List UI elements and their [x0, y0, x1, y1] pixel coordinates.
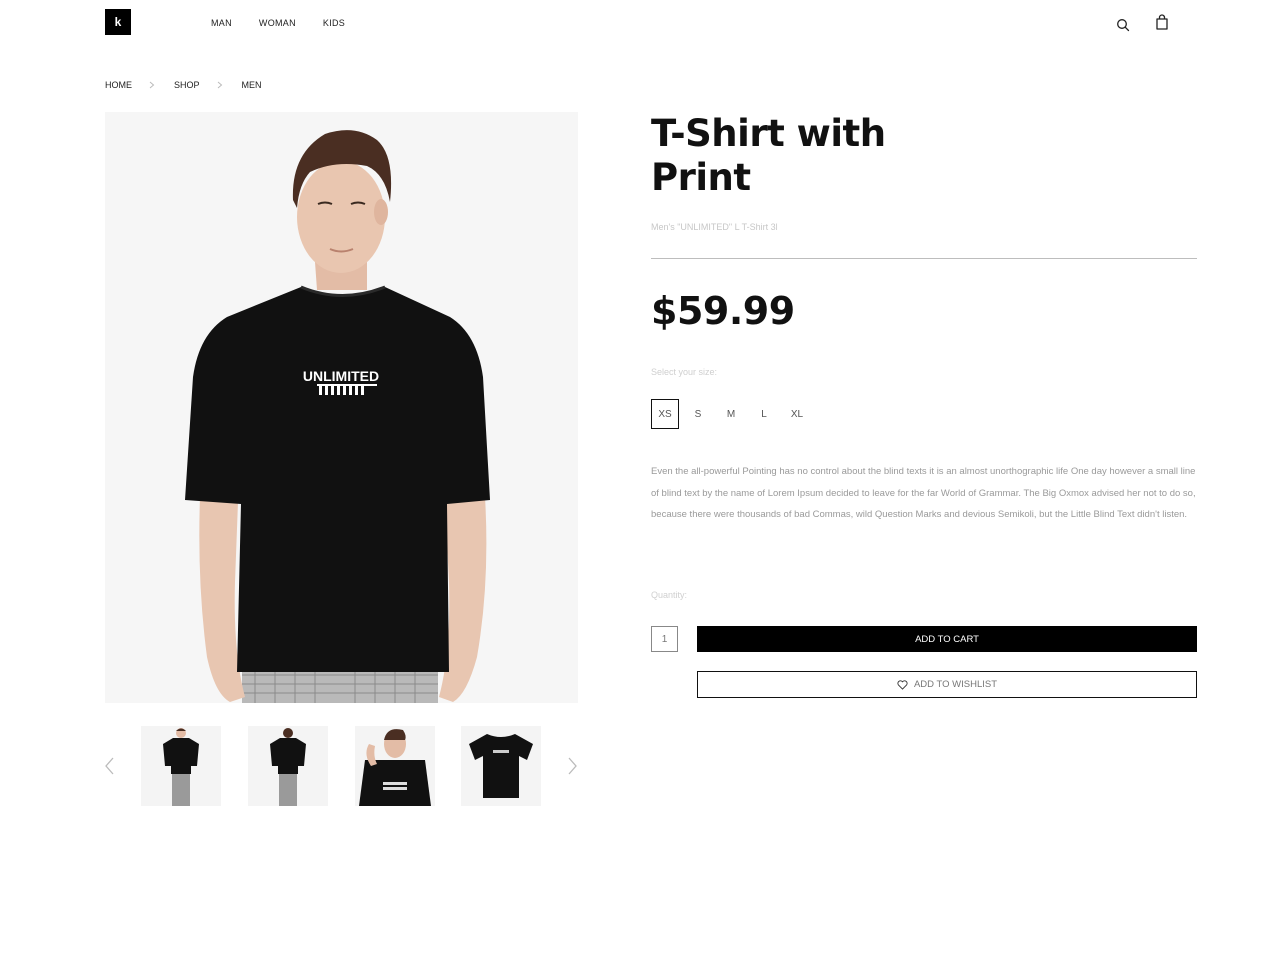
quantity-label: Quantity: — [651, 590, 688, 600]
product-title-line1: T-Shirt with — [651, 112, 886, 155]
shirt-print-text: UNLIMITED — [303, 368, 379, 384]
thumbnail-back-image — [248, 726, 328, 806]
main-product-image[interactable]: UNLIMITED — [105, 112, 578, 703]
size-selector: XS S M L XL — [651, 399, 816, 429]
thumbnail-closeup-image — [355, 726, 435, 806]
size-option-xl[interactable]: XL — [783, 399, 811, 429]
chevron-right-icon[interactable] — [566, 756, 578, 776]
model-illustration: UNLIMITED — [105, 112, 578, 703]
heart-icon — [897, 679, 908, 690]
chevron-right-icon — [149, 81, 155, 89]
thumbnail-closeup[interactable] — [355, 726, 435, 806]
breadcrumb-home[interactable]: HOME — [105, 80, 132, 90]
thumbnail-front[interactable] — [141, 726, 221, 806]
thumbnail-front-image — [141, 726, 221, 806]
thumbnail-back[interactable] — [248, 726, 328, 806]
add-to-wishlist-label: ADD TO WISHLIST — [913, 679, 998, 690]
product-price: $59.99 — [651, 289, 795, 333]
search-icon[interactable] — [1115, 16, 1131, 34]
product-title-line2: Print — [651, 156, 751, 199]
divider — [651, 258, 1197, 259]
size-option-m[interactable]: M — [717, 399, 745, 429]
size-label: Select your size: — [651, 367, 718, 377]
chevron-left-icon[interactable] — [104, 756, 116, 776]
nav-item-woman[interactable]: WOMAN — [259, 18, 296, 28]
thumbnail-flatlay[interactable] — [461, 726, 541, 806]
quantity-input[interactable] — [651, 626, 678, 652]
breadcrumb-men[interactable]: MEN — [242, 80, 262, 90]
nav-item-man[interactable]: MAN — [211, 18, 232, 28]
main-nav: MAN WOMAN KIDS — [211, 18, 345, 28]
thumbnail-flatlay-image — [461, 726, 541, 806]
chevron-right-icon — [217, 81, 222, 89]
product-page: k MAN WOMAN KIDS HOME SHOP MEN UNLIMITED… — [0, 0, 1280, 960]
size-option-s[interactable]: S — [684, 399, 712, 429]
product-title: T-Shirt with Print — [651, 112, 951, 200]
add-to-cart-button[interactable]: ADD TO CART — [697, 626, 1197, 652]
add-to-wishlist-button[interactable]: ADD TO WISHLIST — [697, 671, 1197, 698]
breadcrumb: HOME SHOP MEN — [105, 80, 262, 90]
nav-item-kids[interactable]: KIDS — [323, 18, 345, 28]
shopping-bag-icon[interactable] — [1154, 13, 1170, 31]
size-option-xs[interactable]: XS — [651, 399, 679, 429]
product-description: Even the all-powerful Pointing has no co… — [651, 466, 1196, 520]
size-option-l[interactable]: L — [750, 399, 778, 429]
logo[interactable]: k — [105, 9, 131, 35]
product-subtitle: Men's "UNLIMITED" L T-Shirt 3l — [651, 222, 778, 232]
breadcrumb-shop[interactable]: SHOP — [174, 80, 200, 90]
